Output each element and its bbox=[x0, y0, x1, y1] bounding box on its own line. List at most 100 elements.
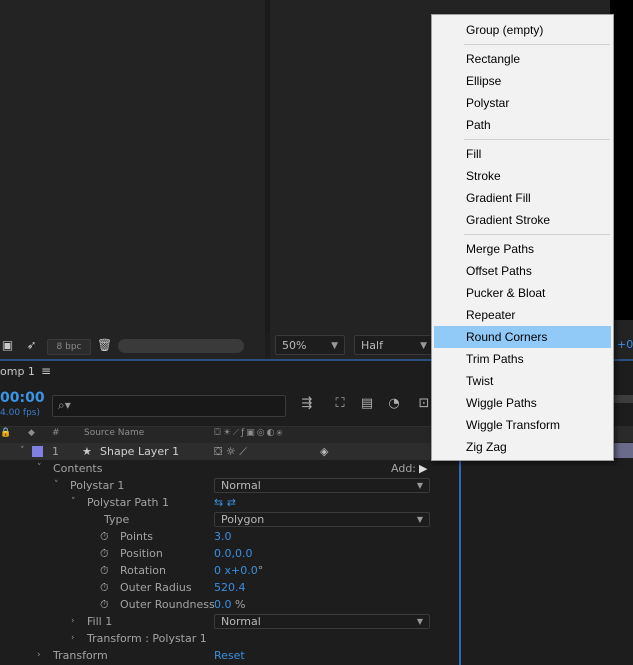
twirl-icon[interactable]: ˅ bbox=[37, 460, 42, 477]
twirl-icon[interactable]: ˅ bbox=[54, 477, 59, 494]
outer-roundness-unit: % bbox=[235, 598, 246, 611]
menu-separator bbox=[464, 234, 610, 235]
timeline-track-area[interactable] bbox=[452, 442, 633, 665]
stopwatch-icon[interactable]: ⏱ bbox=[100, 579, 109, 596]
menu-item-stroke[interactable]: Stroke bbox=[434, 165, 611, 187]
label-column-icon: ◆ bbox=[28, 428, 35, 438]
layer-row[interactable]: ˅ 1 ★ Shape Layer 1 ⛋ ☼ ⟋ ◈ bbox=[0, 443, 460, 460]
chevron-down-icon: ▼ bbox=[416, 481, 423, 490]
menu-item-path[interactable]: Path bbox=[434, 114, 611, 136]
layer-index: 1 bbox=[52, 445, 59, 458]
menu-item-round-corners[interactable]: Round Corners bbox=[434, 326, 611, 348]
position-label: Position bbox=[120, 547, 163, 560]
search-icon: ⌕▾ bbox=[58, 398, 71, 412]
composition-viewer-left[interactable] bbox=[0, 0, 265, 333]
rotation-unit: ° bbox=[257, 564, 264, 577]
menu-item-fill[interactable]: Fill bbox=[434, 143, 611, 165]
menu-item-gradient-fill[interactable]: Gradient Fill bbox=[434, 187, 611, 209]
outer-radius-value[interactable]: 520.4 bbox=[214, 579, 246, 596]
timeline-tab[interactable]: omp 1 bbox=[0, 365, 35, 378]
exposure-value[interactable]: +0. bbox=[617, 338, 633, 351]
transform-polystar-label: Transform : Polystar 1 bbox=[87, 632, 207, 645]
stopwatch-icon[interactable]: ⏱ bbox=[100, 562, 109, 579]
layer-name[interactable]: Shape Layer 1 bbox=[100, 443, 179, 460]
show-snapshot-icon[interactable]: ➶ bbox=[24, 339, 39, 352]
frame-blending-icon[interactable]: ▤ bbox=[358, 395, 376, 413]
twirl-icon[interactable]: › bbox=[71, 613, 75, 630]
layer-column-header: 🔒 ◆ # Source Name ⛋☀⟋ƒ▣◎◐⦿ bbox=[0, 426, 460, 444]
transform-polystar-row[interactable]: › Transform : Polystar 1 bbox=[0, 630, 460, 647]
fill-row[interactable]: › Fill 1 Normal ▼ bbox=[0, 613, 460, 630]
stopwatch-icon[interactable]: ⏱ bbox=[100, 545, 109, 562]
type-dropdown[interactable]: Polygon ▼ bbox=[214, 512, 430, 527]
rotation-value[interactable]: 0 x+0.0 bbox=[214, 564, 258, 577]
motion-blur-icon[interactable]: ◔ bbox=[385, 395, 403, 413]
current-time[interactable]: 00:00 bbox=[0, 390, 45, 406]
outer-radius-row[interactable]: ⏱ Outer Radius 520.4 bbox=[0, 579, 460, 596]
transform-reset-link[interactable]: Reset bbox=[214, 647, 245, 664]
snapshot-icon[interactable]: ▣ bbox=[0, 339, 15, 352]
trash-icon[interactable]: 🗑 bbox=[97, 339, 112, 352]
menu-separator bbox=[464, 44, 610, 45]
contents-row[interactable]: ˅ Contents Add: ▶ bbox=[0, 460, 460, 477]
search-input[interactable] bbox=[52, 395, 286, 417]
polystar-path-row[interactable]: ˅ Polystar Path 1 ⇆ ⇄ bbox=[0, 494, 460, 511]
twirl-icon[interactable]: › bbox=[71, 630, 75, 647]
menu-item-repeater[interactable]: Repeater bbox=[434, 304, 611, 326]
bit-depth-button[interactable]: 8 bpc bbox=[47, 339, 91, 355]
twirl-icon[interactable]: ˅ bbox=[20, 443, 25, 460]
type-row[interactable]: Type Polygon ▼ bbox=[0, 511, 460, 528]
source-name-header[interactable]: Source Name bbox=[84, 428, 144, 438]
blend-mode-dropdown[interactable]: Normal ▼ bbox=[214, 478, 430, 493]
outer-radius-label: Outer Radius bbox=[120, 581, 192, 594]
polystar-group-row[interactable]: ˅ Polystar 1 Normal ▼ bbox=[0, 477, 460, 494]
scrollbar[interactable] bbox=[118, 339, 244, 353]
chevron-down-icon: ▼ bbox=[331, 341, 338, 351]
transform-row[interactable]: › Transform Reset bbox=[0, 647, 460, 664]
outer-roundness-value-group[interactable]: 0.0 % bbox=[214, 596, 245, 613]
points-row[interactable]: ⏱ Points 3.0 bbox=[0, 528, 460, 545]
twirl-icon[interactable]: › bbox=[37, 647, 41, 664]
3d-layer-icon[interactable]: ◈ bbox=[320, 443, 328, 460]
panel-menu-icon[interactable]: ≡ bbox=[41, 364, 51, 378]
transform-label: Transform bbox=[53, 649, 108, 662]
add-shape-menu: Group (empty) Rectangle Ellipse Polystar… bbox=[431, 14, 614, 461]
rotation-value-group[interactable]: 0 x+0.0° bbox=[214, 562, 263, 579]
comp-flowchart-icon[interactable]: ⇶ bbox=[298, 395, 316, 413]
rotation-row[interactable]: ⏱ Rotation 0 x+0.0° bbox=[0, 562, 460, 579]
menu-item-trim-paths[interactable]: Trim Paths bbox=[434, 348, 611, 370]
menu-item-zig-zag[interactable]: Zig Zag bbox=[434, 436, 611, 458]
add-circle-icon[interactable]: ▶ bbox=[419, 460, 427, 477]
menu-item-polystar[interactable]: Polystar bbox=[434, 92, 611, 114]
menu-item-wiggle-paths[interactable]: Wiggle Paths bbox=[434, 392, 611, 414]
twirl-icon[interactable]: ˅ bbox=[71, 494, 76, 511]
add-label: Add: bbox=[391, 462, 417, 475]
position-row[interactable]: ⏱ Position 0.0,0.0 bbox=[0, 545, 460, 562]
resolution-dropdown[interactable]: Half ▼ bbox=[354, 335, 434, 355]
position-value[interactable]: 0.0,0.0 bbox=[214, 545, 252, 562]
stopwatch-icon[interactable]: ⏱ bbox=[100, 528, 109, 545]
label-color-swatch[interactable] bbox=[32, 446, 43, 457]
star-icon: ★ bbox=[82, 445, 92, 458]
path-direction-icons[interactable]: ⇆ ⇄ bbox=[214, 494, 236, 511]
stopwatch-icon[interactable]: ⏱ bbox=[100, 596, 109, 613]
chevron-down-icon: ▼ bbox=[416, 617, 423, 626]
menu-item-merge-paths[interactable]: Merge Paths bbox=[434, 238, 611, 260]
outer-roundness-value[interactable]: 0.0 bbox=[214, 598, 232, 611]
menu-item-group-empty[interactable]: Group (empty) bbox=[434, 19, 611, 41]
menu-item-wiggle-transform[interactable]: Wiggle Transform bbox=[434, 414, 611, 436]
outer-roundness-label: Outer Roundness bbox=[120, 598, 215, 611]
outer-roundness-row[interactable]: ⏱ Outer Roundness 0.0 % bbox=[0, 596, 460, 613]
polystar-path-label: Polystar Path 1 bbox=[87, 496, 170, 509]
menu-item-ellipse[interactable]: Ellipse bbox=[434, 70, 611, 92]
menu-item-rectangle[interactable]: Rectangle bbox=[434, 48, 611, 70]
layer-switches[interactable]: ⛋ ☼ ⟋ bbox=[214, 443, 247, 460]
zoom-dropdown[interactable]: 50% ▼ bbox=[275, 335, 345, 355]
shy-layers-icon[interactable]: ⛶ bbox=[331, 395, 349, 413]
fill-blend-mode-dropdown[interactable]: Normal ▼ bbox=[214, 614, 430, 629]
menu-item-offset-paths[interactable]: Offset Paths bbox=[434, 260, 611, 282]
menu-item-twist[interactable]: Twist bbox=[434, 370, 611, 392]
menu-item-gradient-stroke[interactable]: Gradient Stroke bbox=[434, 209, 611, 231]
menu-item-pucker-bloat[interactable]: Pucker & Bloat bbox=[434, 282, 611, 304]
points-value[interactable]: 3.0 bbox=[214, 528, 232, 545]
